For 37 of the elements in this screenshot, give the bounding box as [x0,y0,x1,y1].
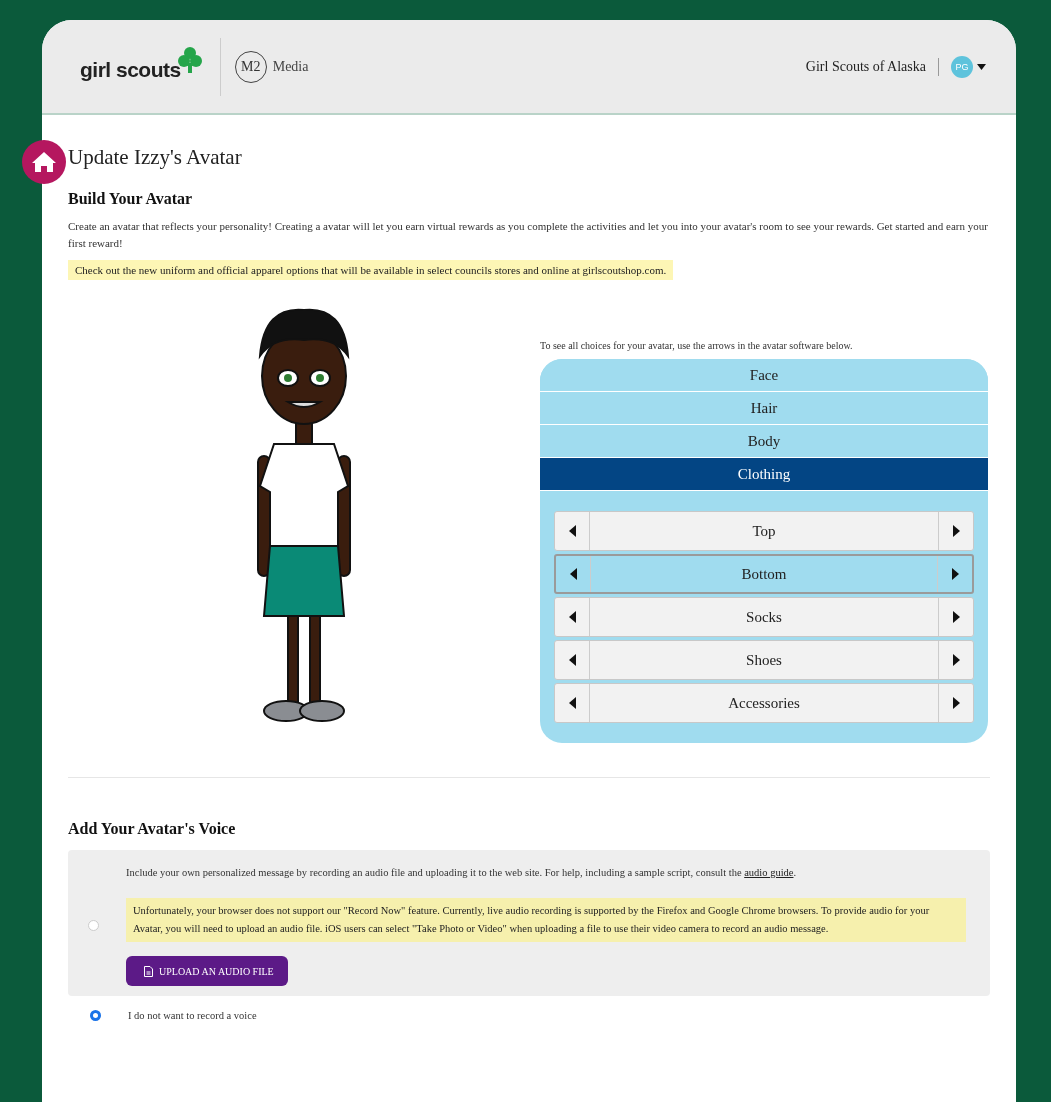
page-title: Update Izzy's Avatar [68,145,243,170]
right-arrow-icon [952,654,960,666]
clothing-option[interactable]: Socks [589,598,939,636]
category-tab[interactable]: Clothing [540,458,988,491]
section-heading: Add Your Avatar's Voice [68,820,237,838]
left-arrow-icon [568,525,576,537]
right-arrow-icon [952,525,960,537]
clothing-option[interactable]: Accessories [589,684,939,722]
clothing-option[interactable]: Shoes [589,641,939,679]
left-arrow-icon [568,697,576,709]
home-icon [31,151,57,173]
left-arrow-icon [569,568,577,580]
radio-button[interactable] [90,1010,101,1021]
left-arrow-icon [568,611,576,623]
logo-text[interactable]: girl scouts [80,57,181,82]
home-button[interactable] [22,140,66,184]
right-arrow-icon [952,611,960,623]
left-arrow-icon [568,654,576,666]
category-tab[interactable]: Face [540,359,988,392]
voice-description: Include your own personalized message by recording an audio file and uploading it to the web site. For help, including a sample script, consult the audio guide. [126,866,798,880]
user-avatar: PG [951,55,973,78]
editor-instructions: To see all choices for your avatar, use the arrows in the avatar software below. [540,340,854,351]
council-name: Girl Scouts of Alaska [805,57,939,76]
right-arrow-icon [951,568,959,580]
caret-icon [977,63,986,70]
no-voice-label: I do not want to record a voice [128,1010,257,1021]
clothing-option[interactable]: Bottom [590,556,938,592]
file-icon [144,965,153,977]
section-heading: Build Your Avatar [68,190,194,208]
upload-audio-button[interactable]: UPLOAD AN AUDIO FILE [126,956,288,986]
clothing-option[interactable]: Top [589,512,939,550]
radio-button[interactable] [88,919,99,931]
apparel-notice: Check out the new uniform and official apparel options that will be available in select councils stores and online at girlscoutshop.com. [68,260,674,280]
browser-warning: Unfortunately, your browser does not support our "Record Now" feature. Currently, live audio recording is supported by the Firefox and Google Chrome browsers. To provide audio for your Avatar, you will need to upload an audio file. iOS users can select "Take Photo or Video" when uploading a file to use their video camera to record an audio message. [126,898,966,942]
right-arrow-icon [952,697,960,709]
intro-text: Create an avatar that reflects your personality! Creating a avatar will let you earn virtual rewards as you complete the activities and let you into your avatar's room to see your rewards. Get started and earn your first reward! [68,219,989,251]
partner-label: Media [272,58,309,75]
